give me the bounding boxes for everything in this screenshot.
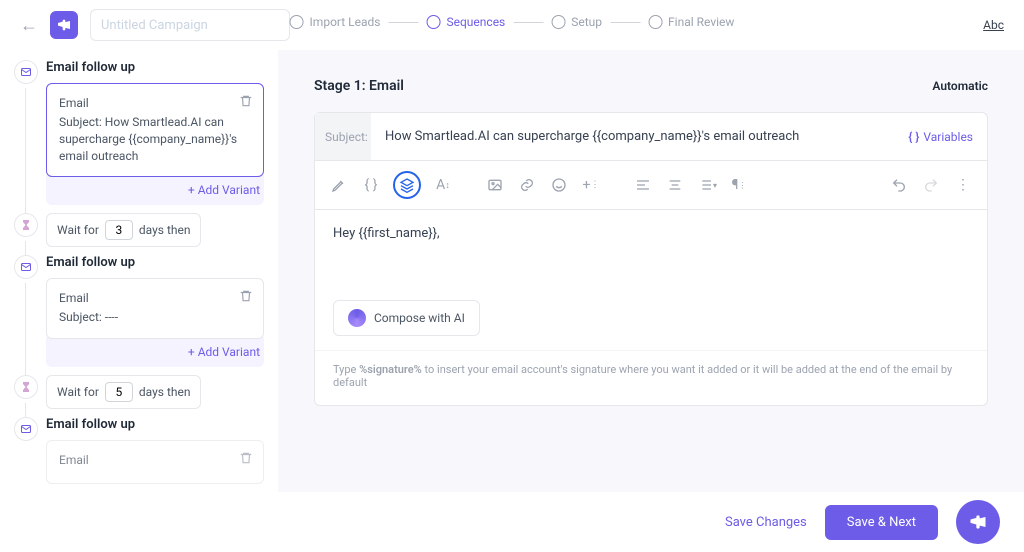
email-label: Email xyxy=(59,291,251,305)
pencil-icon[interactable] xyxy=(329,175,349,195)
email-card[interactable]: Email Subject: How Smartlead.AI can supe… xyxy=(46,83,264,177)
email-label: Email xyxy=(59,96,251,110)
email-body-editor[interactable]: Hey {{first_name}}, xyxy=(315,210,987,300)
wait-days-input[interactable] xyxy=(105,382,133,402)
email-card[interactable]: Email xyxy=(46,440,264,484)
megaphone-icon xyxy=(50,11,78,39)
stage-title: Stage 1: Email xyxy=(314,78,404,94)
step-setup[interactable]: Setup xyxy=(551,15,602,29)
hourglass-icon xyxy=(14,375,38,399)
email-label: Email xyxy=(59,453,251,467)
emoji-icon[interactable] xyxy=(549,175,569,195)
hourglass-icon xyxy=(14,213,38,237)
mail-icon xyxy=(14,417,38,441)
step-import-leads[interactable]: Import Leads xyxy=(290,15,381,29)
mail-icon xyxy=(14,255,38,279)
add-variant-button[interactable]: + Add Variant xyxy=(46,175,264,205)
trash-icon[interactable] xyxy=(239,94,253,111)
align-center-icon[interactable] xyxy=(665,175,685,195)
save-next-button[interactable]: Save & Next xyxy=(825,505,938,540)
wait-step[interactable]: Wait for days then xyxy=(46,213,201,247)
signature-hint: Type %signature% to insert your email ac… xyxy=(315,350,987,405)
help-fab-icon[interactable] xyxy=(956,500,1000,544)
wait-step[interactable]: Wait for days then xyxy=(46,375,201,409)
trash-icon[interactable] xyxy=(239,451,253,468)
editor-panel: Stage 1: Email Automatic Subject: Variab… xyxy=(278,50,1024,492)
email-subject-preview: Subject: How Smartlead.AI can supercharg… xyxy=(59,114,251,164)
email-card[interactable]: Email Subject: ---- xyxy=(46,278,264,339)
braces-icon[interactable]: { } xyxy=(361,175,381,195)
step-sequences[interactable]: Sequences xyxy=(427,15,506,29)
subject-input[interactable] xyxy=(385,129,908,144)
subject-label: Subject: xyxy=(315,113,371,160)
wizard-steps: Import Leads Sequences Setup Final Revie… xyxy=(290,15,735,29)
step-final-review[interactable]: Final Review xyxy=(648,15,734,29)
back-arrow-icon[interactable]: ← xyxy=(20,15,38,36)
paragraph-icon[interactable]: ¶⋮ xyxy=(729,175,749,195)
followup-title: Email follow up xyxy=(46,255,264,270)
footer-bar: Save Changes Save & Next xyxy=(0,492,1024,552)
variables-button[interactable]: Variables xyxy=(908,130,973,144)
email-subject-preview: Subject: ---- xyxy=(59,309,251,326)
editor-toolbar: { } A↕ +⋮ ▾ ¶⋮ xyxy=(315,161,987,210)
link-icon[interactable] xyxy=(517,175,537,195)
align-left-icon[interactable] xyxy=(633,175,653,195)
image-icon[interactable] xyxy=(485,175,505,195)
campaign-title-input[interactable] xyxy=(90,9,290,41)
followup-title: Email follow up xyxy=(46,417,264,432)
trash-icon[interactable] xyxy=(239,289,253,306)
layers-icon[interactable] xyxy=(393,171,421,199)
sequence-sidebar: Email follow up Email Subject: How Smart… xyxy=(0,50,278,492)
wait-days-input[interactable] xyxy=(105,220,133,240)
ai-swirl-icon xyxy=(348,309,366,327)
redo-icon[interactable] xyxy=(921,175,941,195)
automatic-label[interactable]: Automatic xyxy=(932,79,988,93)
list-icon[interactable]: ▾ xyxy=(697,175,717,195)
more-icon[interactable]: ⋮ xyxy=(953,175,973,195)
plus-icon[interactable]: +⋮ xyxy=(581,175,601,195)
save-changes-link[interactable]: Save Changes xyxy=(725,515,807,530)
text-size-icon[interactable]: A↕ xyxy=(433,175,453,195)
compose-ai-button[interactable]: Compose with AI xyxy=(333,300,480,336)
add-variant-button[interactable]: + Add Variant xyxy=(46,337,264,367)
mail-icon xyxy=(14,60,38,84)
abc-link[interactable]: Abc xyxy=(983,18,1004,32)
undo-icon[interactable] xyxy=(889,175,909,195)
followup-title: Email follow up xyxy=(46,60,264,75)
